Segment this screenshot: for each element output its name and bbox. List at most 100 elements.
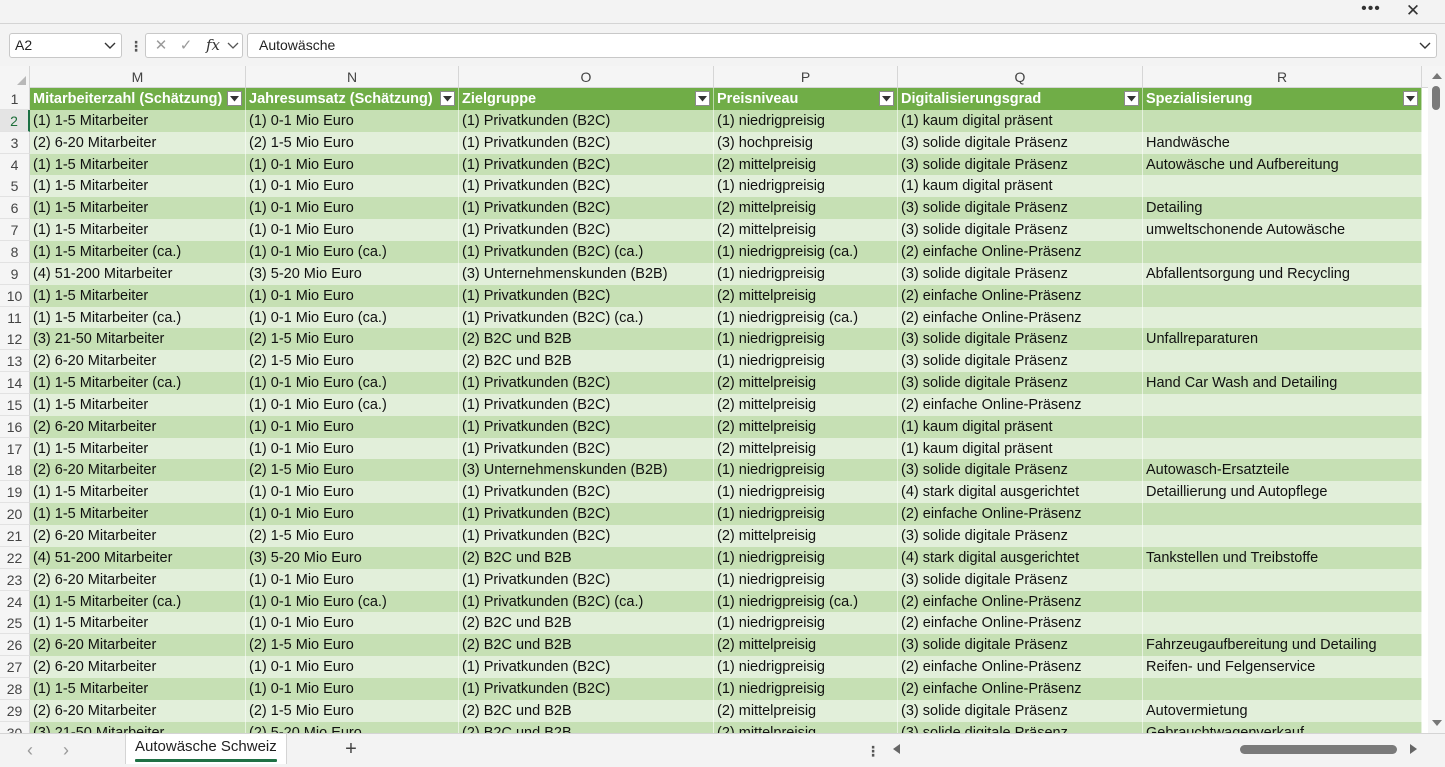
row-number[interactable]: 5 — [0, 175, 30, 198]
filter-dropdown-icon[interactable] — [1124, 91, 1139, 106]
table-cell[interactable]: (3) solide digitale Präsenz — [898, 568, 1143, 591]
insert-function-icon[interactable]: fx — [202, 34, 224, 57]
row-number[interactable]: 26 — [0, 634, 30, 657]
table-cell[interactable]: (1) 0-1 Mio Euro — [246, 197, 459, 220]
table-cell[interactable]: (3) solide digitale Präsenz — [898, 350, 1143, 373]
table-cell[interactable]: (2) mittelpreisig — [714, 525, 898, 547]
table-cell[interactable]: (1) 1-5 Mitarbeiter (ca.) — [30, 306, 246, 329]
table-cell[interactable]: (1) 1-5 Mitarbeiter — [30, 153, 246, 176]
table-cell[interactable]: (1) Privatkunden (B2C) — [459, 372, 714, 395]
table-cell[interactable] — [1143, 175, 1422, 198]
table-cell[interactable]: (1) Privatkunden (B2C) (ca.) — [459, 240, 714, 263]
table-cell[interactable]: (1) 0-1 Mio Euro — [246, 109, 459, 132]
row-number[interactable]: 24 — [0, 590, 30, 613]
table-cell[interactable]: (1) 0-1 Mio Euro (ca.) — [246, 393, 459, 416]
table-cell[interactable]: Tankstellen und Treibstoffe — [1143, 546, 1422, 569]
table-cell[interactable]: (1) Privatkunden (B2C) (ca.) — [459, 306, 714, 329]
table-cell[interactable] — [1143, 284, 1422, 307]
table-cell[interactable]: (3) 21-50 Mitarbeiter — [30, 328, 246, 351]
table-cell[interactable]: (3) solide digitale Präsenz — [898, 459, 1143, 482]
table-cell[interactable]: (1) 0-1 Mio Euro — [246, 568, 459, 591]
table-cell[interactable]: (1) 0-1 Mio Euro — [246, 153, 459, 176]
table-cell[interactable]: (2) mittelpreisig — [714, 415, 898, 438]
table-cell[interactable]: Gebrauchtwagenverkauf — [1143, 721, 1422, 733]
table-cell[interactable] — [1143, 677, 1422, 700]
table-cell[interactable]: (1) Privatkunden (B2C) — [459, 481, 714, 504]
name-box[interactable]: A2 — [9, 33, 122, 58]
row-number[interactable]: 18 — [0, 459, 30, 482]
select-all-corner[interactable] — [0, 66, 30, 88]
row-number[interactable]: 9 — [0, 262, 30, 285]
expand-formula-chevron-icon[interactable] — [1418, 34, 1432, 57]
table-cell[interactable]: (2) 5-20 Mio Euro — [246, 721, 459, 733]
table-cell[interactable]: (3) hochpreisig — [714, 131, 898, 154]
row-number[interactable]: 29 — [0, 699, 30, 722]
table-cell[interactable]: (3) solide digitale Präsenz — [898, 219, 1143, 242]
row-number[interactable]: 14 — [0, 372, 30, 395]
table-cell[interactable]: (2) 1-5 Mio Euro — [246, 525, 459, 547]
table-cell[interactable] — [1143, 109, 1422, 132]
table-cell[interactable]: (2) einfache Online-Präsenz — [898, 677, 1143, 700]
table-cell[interactable]: (2) B2C und B2B — [459, 634, 714, 657]
table-cell[interactable]: (3) 5-20 Mio Euro — [246, 262, 459, 285]
table-cell[interactable]: (2) mittelpreisig — [714, 372, 898, 395]
scroll-left-icon[interactable] — [893, 744, 900, 754]
table-cell[interactable]: (1) niedrigpreisig — [714, 109, 898, 132]
table-cell[interactable]: (2) 1-5 Mio Euro — [246, 459, 459, 482]
table-cell[interactable]: (1) niedrigpreisig (ca.) — [714, 590, 898, 613]
table-cell[interactable]: (2) 6-20 Mitarbeiter — [30, 415, 246, 438]
function-chevron-icon[interactable] — [226, 34, 240, 57]
table-cell[interactable]: (2) 6-20 Mitarbeiter — [30, 131, 246, 154]
table-cell[interactable]: (2) einfache Online-Präsenz — [898, 612, 1143, 635]
table-cell[interactable]: Fahrzeugaufbereitung und Detailing — [1143, 634, 1422, 657]
next-sheet-icon[interactable]: › — [56, 740, 76, 760]
table-cell[interactable]: (1) 1-5 Mitarbeiter — [30, 219, 246, 242]
table-cell[interactable]: (1) Privatkunden (B2C) (ca.) — [459, 590, 714, 613]
column-header-q[interactable]: Q — [898, 66, 1143, 88]
table-cell[interactable]: (1) 0-1 Mio Euro — [246, 503, 459, 526]
table-cell[interactable]: (2) mittelpreisig — [714, 284, 898, 307]
table-cell[interactable] — [1143, 350, 1422, 373]
table-cell[interactable]: (1) Privatkunden (B2C) — [459, 393, 714, 416]
table-cell[interactable]: (2) 6-20 Mitarbeiter — [30, 459, 246, 482]
filter-dropdown-icon[interactable] — [227, 91, 242, 106]
table-cell[interactable]: (1) kaum digital präsent — [898, 175, 1143, 198]
filter-dropdown-icon[interactable] — [879, 91, 894, 106]
previous-sheet-icon[interactable]: ‹ — [20, 740, 40, 760]
table-cell[interactable]: (3) solide digitale Präsenz — [898, 634, 1143, 657]
table-cell[interactable]: (1) 0-1 Mio Euro (ca.) — [246, 590, 459, 613]
row-number[interactable]: 27 — [0, 656, 30, 679]
table-cell[interactable]: (4) stark digital ausgerichtet — [898, 481, 1143, 504]
more-options-icon[interactable]: ••• — [1359, 1, 1383, 21]
table-cell[interactable]: (2) mittelpreisig — [714, 699, 898, 722]
table-cell[interactable]: (1) 1-5 Mitarbeiter — [30, 481, 246, 504]
table-cell[interactable]: (1) niedrigpreisig — [714, 481, 898, 504]
table-cell[interactable]: (1) 1-5 Mitarbeiter — [30, 503, 246, 526]
table-cell[interactable]: (4) 51-200 Mitarbeiter — [30, 546, 246, 569]
column-header-o[interactable]: O — [459, 66, 714, 88]
table-cell[interactable]: (2) B2C und B2B — [459, 612, 714, 635]
table-cell[interactable]: (1) kaum digital präsent — [898, 109, 1143, 132]
table-cell[interactable]: (1) 1-5 Mitarbeiter — [30, 197, 246, 220]
tab-bar-grip[interactable]: ⋮ — [866, 741, 880, 761]
table-cell[interactable]: (2) mittelpreisig — [714, 437, 898, 460]
table-cell[interactable]: (2) 6-20 Mitarbeiter — [30, 656, 246, 679]
row-number[interactable]: 28 — [0, 677, 30, 700]
column-header-r[interactable]: R — [1143, 66, 1422, 88]
table-cell[interactable]: (1) 0-1 Mio Euro — [246, 284, 459, 307]
table-cell[interactable]: (1) 1-5 Mitarbeiter — [30, 393, 246, 416]
table-cell[interactable]: (2) mittelpreisig — [714, 393, 898, 416]
table-cell[interactable]: (2) B2C und B2B — [459, 328, 714, 351]
table-cell[interactable]: (2) 1-5 Mio Euro — [246, 328, 459, 351]
table-cell[interactable]: (2) mittelpreisig — [714, 634, 898, 657]
table-cell[interactable]: (2) mittelpreisig — [714, 721, 898, 733]
table-cell[interactable] — [1143, 437, 1422, 460]
table-cell[interactable]: (2) 6-20 Mitarbeiter — [30, 568, 246, 591]
check-icon[interactable]: ✓ — [176, 34, 196, 57]
table-header-cell[interactable]: Spezialisierung — [1143, 88, 1422, 110]
filter-dropdown-icon[interactable] — [1403, 91, 1418, 106]
table-cell[interactable]: (1) Privatkunden (B2C) — [459, 109, 714, 132]
table-cell[interactable]: (1) Privatkunden (B2C) — [459, 131, 714, 154]
table-cell[interactable]: (2) mittelpreisig — [714, 197, 898, 220]
table-cell[interactable]: (1) Privatkunden (B2C) — [459, 437, 714, 460]
